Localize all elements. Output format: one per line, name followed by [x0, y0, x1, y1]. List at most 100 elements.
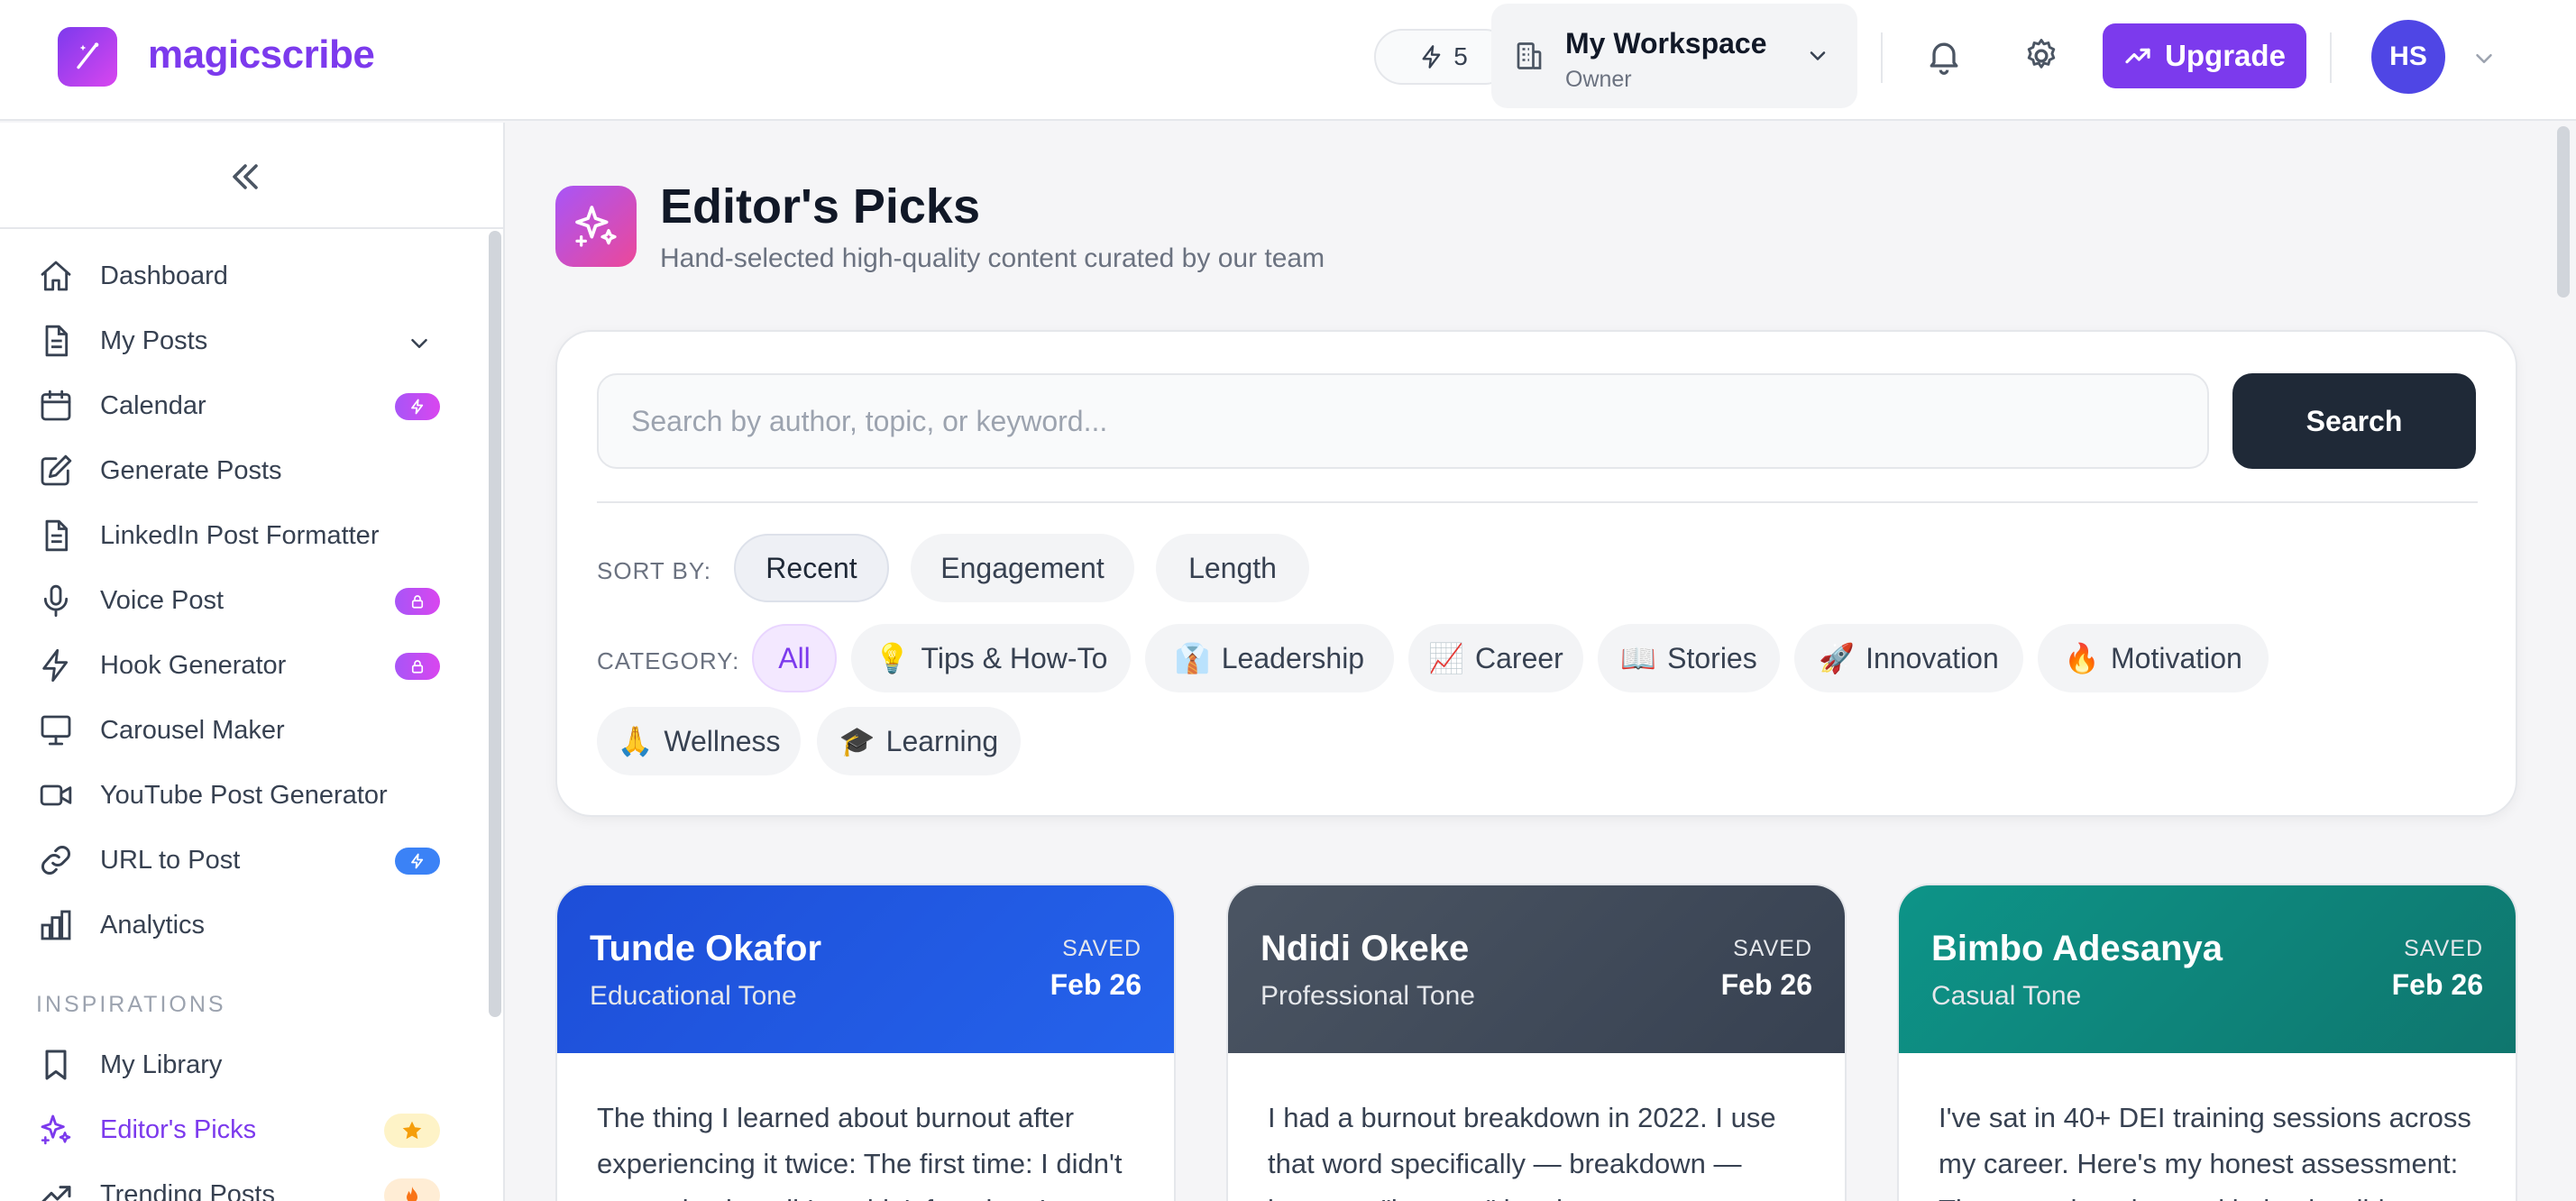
sidebar-item-label: Analytics	[100, 910, 206, 940]
bolt-icon	[36, 646, 76, 685]
sidebar-item-youtube-post-generator[interactable]: YouTube Post Generator	[36, 768, 442, 822]
sidebar-item-linkedin-post-formatter[interactable]: LinkedIn Post Formatter	[36, 509, 442, 563]
card-tone: Educational Tone	[590, 981, 797, 1011]
sidebar-item-my-posts[interactable]: My Posts	[36, 314, 442, 368]
video-icon	[36, 775, 76, 815]
category-tips-how-to[interactable]: 💡 Tips & How-To	[851, 624, 1131, 692]
card-saved-label: SAVED	[1733, 936, 1812, 961]
sidebar-item-trending-posts[interactable]: Trending Posts	[36, 1168, 442, 1201]
app-name[interactable]: magicscribe	[148, 32, 375, 78]
page-title: Editor's Picks	[660, 179, 980, 234]
category-label-text: Wellness	[664, 724, 781, 757]
search-filter-panel: Search SORT BY: Recent Engagement Length…	[555, 330, 2517, 817]
sidebar-item-label: My Library	[100, 1050, 223, 1079]
post-card[interactable]: Bimbo Adesanya Casual Tone SAVED Feb 26 …	[1897, 884, 2517, 1201]
bolt-icon	[411, 853, 424, 869]
card-body: I had a burnout breakdown in 2022. I use…	[1268, 1102, 1776, 1201]
main-scrollbar[interactable]	[2557, 126, 2570, 298]
card-author: Bimbo Adesanya	[1931, 929, 2223, 968]
sidebar-scrollbar[interactable]	[489, 231, 501, 1017]
sidebar-item-label: URL to Post	[100, 845, 241, 875]
sidebar-item-dashboard[interactable]: Dashboard	[36, 249, 442, 303]
sidebar-item-label: Calendar	[100, 390, 206, 420]
app-logo[interactable]	[58, 27, 117, 87]
card-body: I've sat in 40+ DEI training sessions ac…	[1939, 1102, 2471, 1201]
book-icon: 📖	[1620, 642, 1657, 674]
rocket-icon: 🚀	[1819, 642, 1856, 674]
chevron-down-icon[interactable]	[2471, 45, 2498, 72]
sidebar-item-calendar[interactable]: Calendar	[36, 379, 442, 433]
card-author: Ndidi Okeke	[1260, 929, 1470, 968]
sidebar-item-label: Editor's Picks	[100, 1114, 257, 1144]
graduation-cap-icon: 🎓	[839, 725, 875, 757]
gear-icon[interactable]	[2021, 36, 2061, 76]
bolt-icon	[411, 399, 424, 415]
card-header: Ndidi Okeke Professional Tone SAVED Feb …	[1228, 885, 1845, 1053]
upgrade-label: Upgrade	[2165, 39, 2286, 72]
search-button[interactable]: Search	[2232, 373, 2476, 469]
sidebar-item-hook-generator[interactable]: Hook Generator	[36, 638, 442, 692]
bell-icon[interactable]	[1924, 36, 1964, 76]
bolt-badge	[395, 393, 440, 420]
sidebar-item-label: Dashboard	[100, 261, 228, 290]
category-wellness[interactable]: 🙏 Wellness	[597, 707, 801, 775]
star-badge	[384, 1114, 440, 1148]
post-card[interactable]: Ndidi Okeke Professional Tone SAVED Feb …	[1226, 884, 1847, 1201]
sidebar-item-label: YouTube Post Generator	[100, 780, 388, 810]
category-label-text: Innovation	[1866, 641, 1999, 674]
sidebar-item-generate-posts[interactable]: Generate Posts	[36, 444, 442, 498]
sidebar-item-label: LinkedIn Post Formatter	[100, 520, 380, 550]
post-card[interactable]: Tunde Okafor Educational Tone SAVED Feb …	[555, 884, 1176, 1201]
search-input[interactable]	[597, 373, 2209, 469]
bolt-icon	[1422, 45, 1441, 69]
category-learning[interactable]: 🎓 Learning	[817, 707, 1021, 775]
category-career[interactable]: 📈 Career	[1408, 624, 1583, 692]
lock-icon	[411, 660, 424, 674]
sidebar-item-my-library[interactable]: My Library	[36, 1038, 442, 1092]
card-author: Tunde Okafor	[590, 929, 822, 968]
upgrade-button[interactable]: Upgrade	[2103, 23, 2306, 88]
sidebar-item-editors-picks[interactable]: Editor's Picks	[36, 1103, 442, 1157]
category-label-text: Career	[1475, 641, 1563, 674]
document-icon	[36, 321, 76, 361]
sidebar-item-url-to-post[interactable]: URL to Post	[36, 833, 442, 887]
sidebar-item-label: Trending Posts	[100, 1179, 275, 1201]
lock-badge	[395, 588, 440, 615]
category-label-text: Tips & How-To	[921, 641, 1108, 674]
sidebar: Dashboard My Posts Calendar Generate Pos…	[0, 123, 505, 1201]
fire-badge	[384, 1178, 440, 1201]
header-divider	[2330, 32, 2332, 83]
user-avatar[interactable]: HS	[2371, 20, 2445, 94]
sidebar-item-label: Voice Post	[100, 585, 225, 615]
sort-option-length[interactable]: Length	[1156, 534, 1309, 602]
card-saved-label: SAVED	[2404, 936, 2483, 961]
bolt-badge	[395, 848, 440, 875]
bar-chart-icon	[36, 905, 76, 945]
sort-option-recent[interactable]: Recent	[734, 534, 889, 602]
chevron-down-icon[interactable]	[406, 330, 433, 357]
fire-icon	[407, 1187, 417, 1201]
card-date: Feb 26	[1050, 968, 1141, 1001]
credits-count: 5	[1453, 42, 1468, 70]
category-label-text: Motivation	[2111, 641, 2242, 674]
document-icon	[36, 516, 76, 555]
card-date: Feb 26	[1720, 968, 1812, 1001]
collapse-sidebar-icon[interactable]	[224, 155, 267, 198]
folded-hands-icon: 🙏	[617, 725, 654, 757]
sidebar-item-voice-post[interactable]: Voice Post	[36, 573, 442, 628]
trending-up-icon	[2125, 48, 2150, 64]
category-leadership[interactable]: 👔 Leadership	[1145, 624, 1394, 692]
workspace-name: My Workspace	[1565, 27, 1767, 60]
sort-option-engagement[interactable]: Engagement	[911, 534, 1134, 602]
workspace-switcher[interactable]: My Workspace Owner	[1491, 4, 1857, 108]
sidebar-item-analytics[interactable]: Analytics	[36, 898, 442, 952]
sidebar-item-carousel-maker[interactable]: Carousel Maker	[36, 703, 442, 757]
calendar-icon	[36, 386, 76, 426]
category-all[interactable]: All	[752, 624, 837, 692]
lock-badge	[395, 653, 440, 680]
workspace-role: Owner	[1565, 67, 1632, 92]
category-motivation[interactable]: 🔥 Motivation	[2038, 624, 2269, 692]
category-stories[interactable]: 📖 Stories	[1598, 624, 1780, 692]
section-label-inspirations: INSPIRATIONS	[36, 992, 226, 1017]
category-innovation[interactable]: 🚀 Innovation	[1794, 624, 2023, 692]
